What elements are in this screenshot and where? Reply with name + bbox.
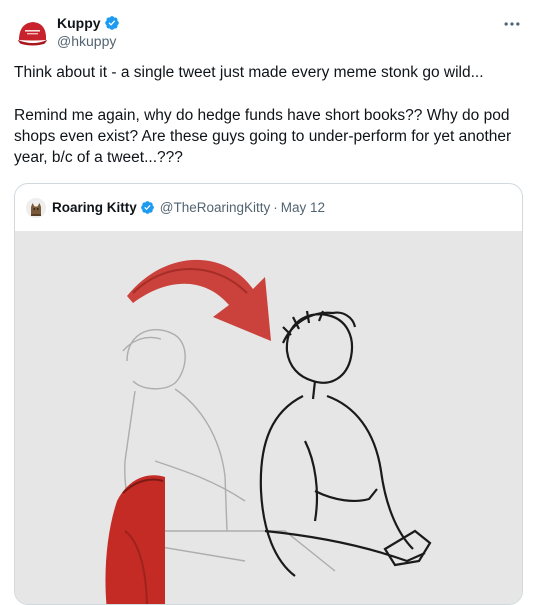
author-handle[interactable]: @hkuppy bbox=[57, 32, 120, 50]
quoted-tweet-header: Roaring Kitty @TheRoaringKitty · May 12 bbox=[15, 184, 522, 231]
tweet-text: Think about it - a single tweet just mad… bbox=[14, 62, 524, 168]
quoted-author-name[interactable]: Roaring Kitty bbox=[52, 200, 137, 215]
verified-badge-icon bbox=[140, 201, 154, 214]
author-name[interactable]: Kuppy bbox=[57, 14, 101, 32]
author-names: Kuppy @hkuppy bbox=[57, 14, 120, 54]
avatar[interactable] bbox=[16, 16, 49, 49]
quoted-avatar[interactable] bbox=[26, 197, 46, 218]
tweet-header: Kuppy @hkuppy bbox=[16, 14, 522, 54]
quoted-media-image[interactable] bbox=[15, 231, 522, 604]
separator-dot: · bbox=[273, 200, 278, 215]
more-horizontal-icon[interactable] bbox=[502, 14, 522, 34]
quoted-date[interactable]: May 12 bbox=[281, 200, 325, 215]
quoted-tweet[interactable]: Roaring Kitty @TheRoaringKitty · May 12 bbox=[14, 183, 523, 605]
cat-image bbox=[26, 197, 46, 218]
tweet-paragraph-1: Think about it - a single tweet just mad… bbox=[14, 64, 484, 81]
verified-badge-icon bbox=[104, 16, 119, 30]
red-cap-image bbox=[16, 16, 49, 49]
sketch-illustration bbox=[15, 231, 522, 604]
tweet-paragraph-2: Remind me again, why do hedge funds have… bbox=[14, 107, 512, 166]
tweet[interactable]: Kuppy @hkuppy Think about it - a single … bbox=[0, 0, 536, 605]
quoted-author-handle[interactable]: @TheRoaringKitty bbox=[160, 200, 271, 215]
